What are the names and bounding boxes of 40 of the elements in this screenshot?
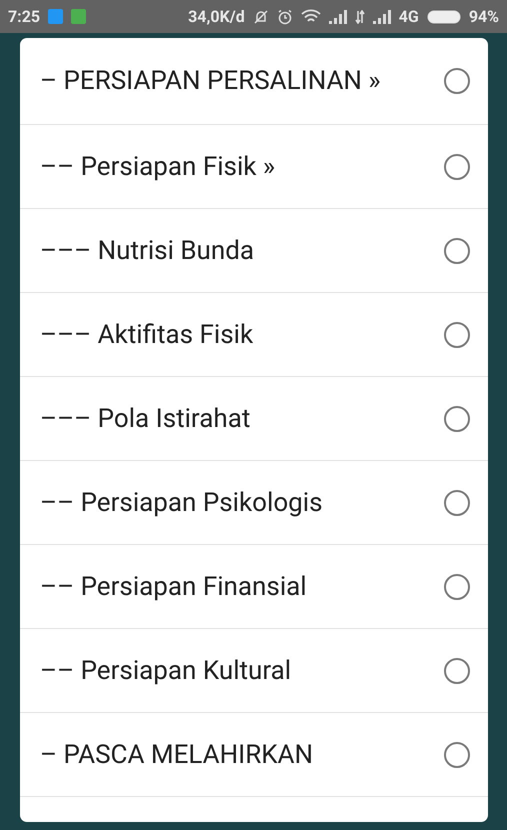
network-speed: 34,0K/d — [188, 7, 245, 26]
battery-percent: 94% — [468, 7, 499, 26]
network-type: 4G — [398, 7, 419, 26]
option-label: – PASCA MELAHIRKAN — [40, 738, 314, 772]
battery-icon — [426, 10, 461, 24]
option-label: ––– Pola Istirahat — [40, 402, 252, 436]
radio-button[interactable] — [444, 658, 470, 684]
option-label: ––– Nutrisi Bunda — [40, 234, 256, 268]
option-row[interactable]: ––– Pola Istirahat — [20, 377, 488, 461]
status-time: 7:25 — [8, 7, 40, 26]
radio-button[interactable] — [444, 68, 470, 94]
signal-icon — [328, 10, 347, 24]
option-row[interactable]: –– Persiapan Kultural — [20, 629, 488, 713]
alarm-icon — [276, 8, 293, 24]
radio-button[interactable] — [444, 322, 470, 348]
radio-button[interactable] — [444, 574, 470, 600]
option-row[interactable]: –– Persiapan Fisik » — [20, 125, 488, 209]
radio-button[interactable] — [444, 406, 470, 432]
option-row[interactable]: ––– Nutrisi Bunda — [20, 209, 488, 293]
radio-button[interactable] — [444, 490, 470, 516]
data-arrows-icon — [354, 10, 365, 24]
option-label: – PERSIAPAN PERSALINAN » — [40, 65, 382, 98]
option-label: –– Persiapan Psikologis — [40, 486, 324, 520]
upload-app-icon — [48, 9, 64, 24]
option-row[interactable]: – PERSIAPAN PERSALINAN » — [20, 38, 488, 125]
app-icon — [71, 9, 86, 24]
option-row[interactable]: ––– Aktifitas Fisik — [20, 293, 488, 377]
radio-button[interactable] — [444, 238, 470, 264]
option-row[interactable]: –– Persiapan Psikologis — [20, 461, 488, 545]
radio-button[interactable] — [444, 742, 470, 768]
option-label: –– Persiapan Kultural — [40, 654, 292, 688]
radio-button[interactable] — [444, 154, 470, 180]
wifi-icon — [300, 8, 321, 24]
option-label: –– Persiapan Fisik » — [40, 150, 276, 184]
option-label: ––– Aktifitas Fisik — [40, 318, 254, 352]
signal-icon — [372, 10, 391, 24]
bell-off-icon — [252, 8, 269, 24]
option-row[interactable]: –– Persiapan Finansial — [20, 545, 488, 629]
option-row[interactable]: – PASCA MELAHIRKAN — [20, 713, 488, 797]
option-label: –– Persiapan Finansial — [40, 570, 308, 604]
